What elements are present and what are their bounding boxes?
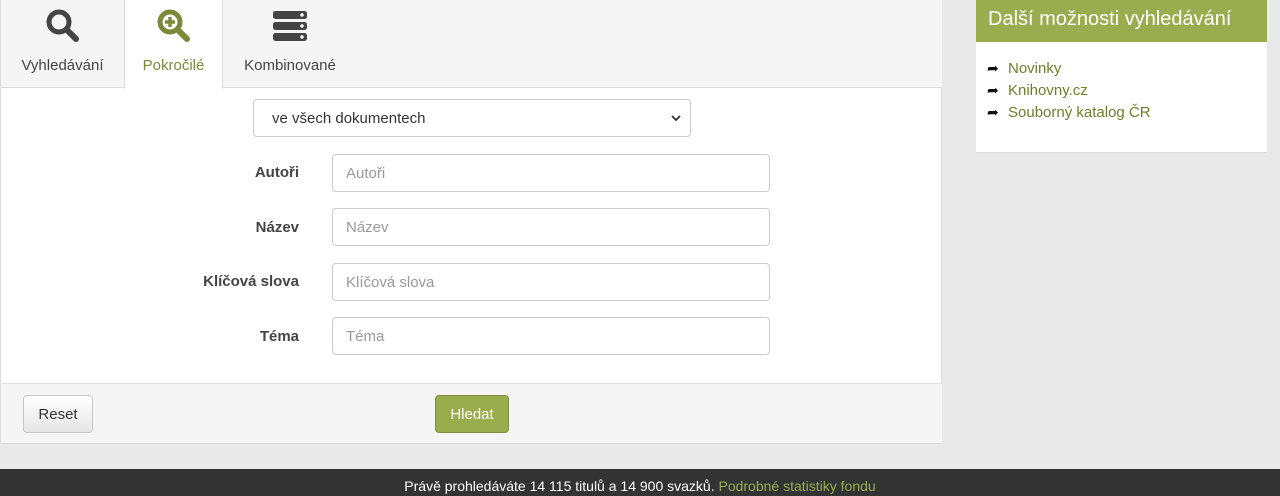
link-label: Souborný katalog ČR	[1008, 104, 1151, 121]
tab-basic-search[interactable]: Vyhledávání	[1, 0, 124, 88]
subject-label: Téma	[259, 328, 299, 345]
tab-combined-search[interactable]: Kombinované	[223, 0, 357, 88]
keywords-input[interactable]	[332, 263, 770, 301]
arrow-right-icon: ➦	[987, 104, 999, 120]
select-value: ve všech dokumentech	[272, 110, 426, 127]
search-plus-icon	[156, 8, 192, 49]
tab-advanced-search[interactable]: Pokročilé	[124, 0, 223, 89]
title-input[interactable]	[332, 208, 770, 246]
search-tabs: Vyhledávání Pokročilé Kombinované	[1, 0, 942, 89]
authors-input[interactable]	[332, 154, 770, 192]
options-list: ➦ Novinky ➦ Knihovny.cz ➦ Souborný katalog …	[987, 60, 1151, 126]
page-footer: Právě prohledáváte 14 115 titulů a 14 90…	[0, 469, 1280, 496]
search-icon	[45, 8, 81, 49]
more-search-options-panel: Další možnosti vyhledávání ➦ Novinky ➦ Kni…	[976, 0, 1267, 153]
document-scope-select[interactable]: ve všech dokumentech	[253, 99, 691, 137]
subject-input[interactable]	[332, 317, 770, 355]
footer-text-wrap: Právě prohledáváte 14 115 titulů a 14 90…	[404, 478, 875, 494]
arrow-right-icon: ➦	[987, 60, 999, 76]
collection-statistics-link[interactable]: Podrobné statistiky fondu	[718, 478, 875, 494]
link-souborny-katalog[interactable]: ➦ Souborný katalog ČR	[987, 104, 1151, 126]
form-actions: Reset Hledat	[1, 383, 942, 443]
panel-title: Další možnosti vyhledávání	[976, 0, 1267, 42]
collection-stats-text: Právě prohledáváte 14 115 titulů a 14 90…	[404, 478, 715, 494]
authors-label: Autoři	[254, 164, 299, 181]
search-button[interactable]: Hledat	[435, 395, 509, 433]
title-label: Název	[255, 219, 299, 236]
chevron-down-icon	[670, 111, 682, 129]
tab-label: Pokročilé	[142, 57, 205, 74]
link-label: Knihovny.cz	[1008, 82, 1088, 99]
keywords-label: Klíčová slova	[203, 273, 299, 290]
tab-label: Vyhledávání	[21, 57, 104, 74]
stack-icon	[272, 8, 308, 49]
reset-button[interactable]: Reset	[23, 395, 93, 433]
link-novinky[interactable]: ➦ Novinky	[987, 60, 1151, 82]
arrow-right-icon: ➦	[987, 82, 999, 98]
link-label: Novinky	[1008, 60, 1062, 77]
tab-label: Kombinované	[244, 57, 336, 74]
search-panel: Vyhledávání Pokročilé Kombinované ve vše…	[0, 0, 942, 444]
link-knihovny[interactable]: ➦ Knihovny.cz	[987, 82, 1151, 104]
